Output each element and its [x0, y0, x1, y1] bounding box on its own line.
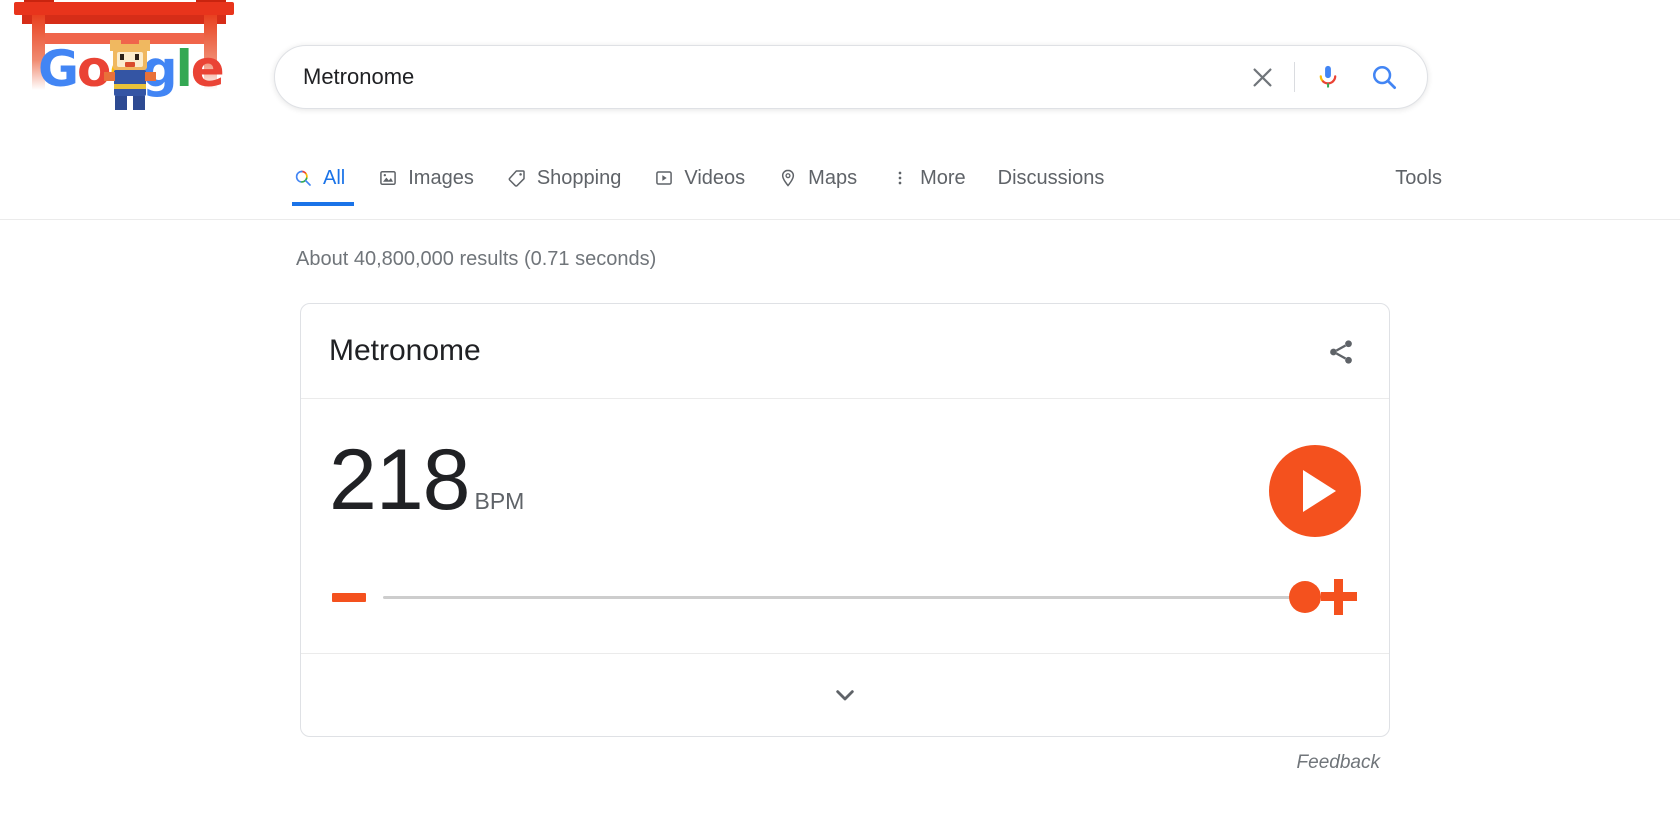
- bpm-value: 218: [329, 432, 470, 528]
- logo-letter-l: l: [175, 40, 193, 98]
- video-icon: [653, 167, 675, 189]
- bpm-unit-label: BPM: [474, 488, 525, 514]
- decrease-tempo-button[interactable]: [329, 577, 369, 617]
- metronome-card: Metronome 218 BPM: [300, 303, 1390, 737]
- search-tabs: All Images Shopping Videos Maps More Dis…: [292, 150, 1120, 214]
- search-icon[interactable]: [1355, 50, 1413, 104]
- search-results-page: Google: [0, 0, 1680, 840]
- play-icon: [1302, 470, 1336, 512]
- metronome-card-body: 218 BPM: [301, 399, 1389, 654]
- expand-card-button[interactable]: [301, 654, 1389, 736]
- tab-maps-label: Maps: [808, 166, 858, 189]
- search-divider: [1294, 62, 1295, 92]
- tab-shopping[interactable]: Shopping: [490, 150, 638, 206]
- feedback-link[interactable]: Feedback: [1297, 752, 1380, 774]
- search-navigation-bar: All Images Shopping Videos Maps More Dis…: [0, 150, 1680, 220]
- tab-images-label: Images: [408, 166, 474, 189]
- slider-track: [383, 595, 1305, 599]
- chevron-down-icon: [836, 690, 854, 701]
- tab-shopping-label: Shopping: [536, 166, 622, 189]
- search-input[interactable]: [275, 57, 1236, 97]
- google-doodle-logo[interactable]: Google: [8, 0, 240, 122]
- logo-letter-e: e: [190, 40, 225, 98]
- tools-label: Tools: [1395, 166, 1442, 189]
- tempo-slider[interactable]: [383, 577, 1321, 617]
- doodle-cat-character-icon: [104, 40, 156, 112]
- bpm-display: 218 BPM: [329, 437, 524, 523]
- tab-discussions[interactable]: Discussions: [982, 150, 1121, 206]
- tab-all-label: All: [323, 166, 346, 189]
- tab-all[interactable]: All: [292, 150, 361, 206]
- result-stats: About 40,800,000 results (0.71 seconds): [296, 248, 657, 270]
- tools-button[interactable]: Tools: [1395, 150, 1442, 206]
- close-icon[interactable]: [1236, 51, 1288, 103]
- metronome-card-title: Metronome: [329, 334, 481, 367]
- increase-tempo-button[interactable]: [1317, 575, 1361, 619]
- active-tab-underline: [292, 202, 354, 206]
- share-icon[interactable]: [1321, 332, 1361, 372]
- more-vertical-icon: [889, 167, 911, 189]
- tag-icon: [506, 167, 528, 189]
- logo-letter-g1: G: [38, 40, 79, 98]
- tab-maps[interactable]: Maps: [761, 150, 873, 206]
- search-icon: [292, 167, 314, 189]
- metronome-card-header: Metronome: [301, 304, 1389, 399]
- map-pin-icon: [777, 167, 799, 189]
- tab-images[interactable]: Images: [361, 150, 490, 206]
- microphone-icon[interactable]: [1301, 50, 1355, 104]
- play-button[interactable]: [1269, 445, 1361, 537]
- search-bar[interactable]: [274, 45, 1428, 109]
- tab-more[interactable]: More: [873, 150, 982, 206]
- tempo-slider-row: [329, 569, 1361, 625]
- image-icon: [377, 167, 399, 189]
- tab-videos-label: Videos: [684, 166, 746, 189]
- tab-discussions-label: Discussions: [997, 166, 1105, 189]
- tab-more-label: More: [920, 166, 966, 189]
- tab-videos[interactable]: Videos: [637, 150, 761, 206]
- minus-icon: [332, 592, 366, 602]
